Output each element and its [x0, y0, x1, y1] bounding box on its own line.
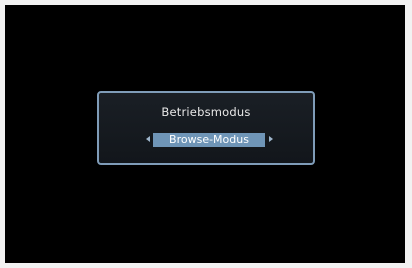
dialog-title: Betriebsmodus [161, 105, 251, 119]
selected-mode-value[interactable]: Browse-Modus [153, 133, 265, 147]
operating-mode-dialog: Betriebsmodus Browse-Modus [97, 91, 315, 165]
tv-screen: Betriebsmodus Browse-Modus [5, 5, 405, 263]
triangle-right-icon[interactable] [269, 136, 273, 142]
mode-selector[interactable]: Browse-Modus [99, 133, 313, 147]
triangle-left-icon[interactable] [146, 136, 150, 142]
